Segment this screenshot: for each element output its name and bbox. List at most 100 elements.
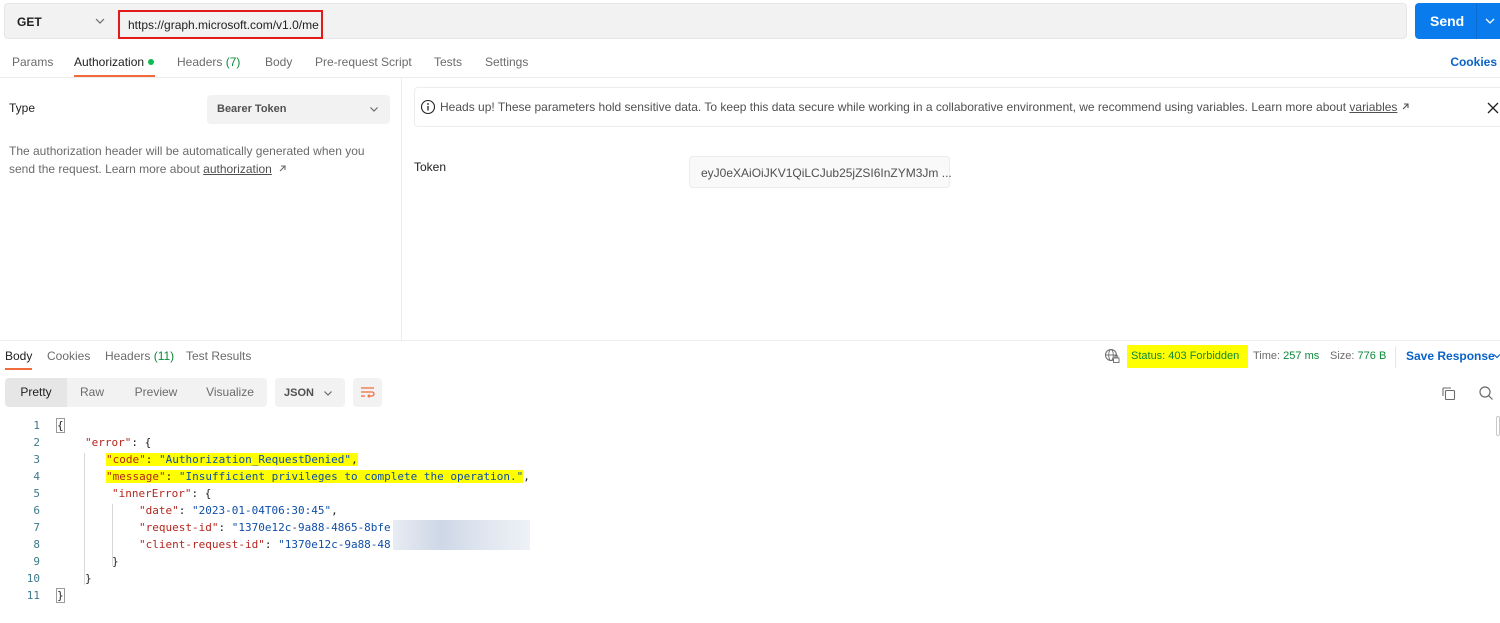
line-number: 5 xyxy=(33,487,40,500)
headers-count: (11) xyxy=(153,349,175,363)
send-split-divider xyxy=(1476,3,1477,39)
response-tab-body[interactable]: Body xyxy=(5,349,32,363)
json-key: "request-id" xyxy=(139,521,219,534)
copy-icon[interactable] xyxy=(1441,386,1456,401)
code-line: } xyxy=(112,553,119,570)
globe-lock-icon[interactable] xyxy=(1104,348,1120,364)
line-number: 11 xyxy=(26,589,40,602)
headers-count: (7) xyxy=(225,55,241,69)
code-line: { xyxy=(56,417,65,434)
save-response-button[interactable]: Save Response xyxy=(1406,349,1495,363)
chevron-down-icon[interactable] xyxy=(93,14,107,28)
response-time[interactable]: Time: 257 ms xyxy=(1253,350,1319,362)
status-text: Status: 403 Forbidden xyxy=(1131,350,1240,362)
tab-label: Headers xyxy=(177,55,223,69)
send-label[interactable]: Send xyxy=(1430,13,1464,29)
tab-label: Tests xyxy=(434,55,463,69)
send-button[interactable]: Send xyxy=(1415,3,1500,39)
authorization-link[interactable]: authorization xyxy=(203,162,272,176)
wrap-lines-icon xyxy=(361,387,375,398)
editor-scrollbar[interactable] xyxy=(1496,416,1500,436)
response-tab-test-results[interactable]: Test Results xyxy=(186,349,251,363)
request-tabs: Params Authorization Headers (7) Body Pr… xyxy=(0,48,1500,78)
url-input[interactable]: https://graph.microsoft.com/v1.0/me xyxy=(118,10,323,39)
response-body-editor[interactable]: 1 2 3 4 5 6 7 8 9 10 11 { "error": { "co… xyxy=(0,417,1500,617)
tab-authorization[interactable]: Authorization xyxy=(74,55,155,69)
variables-link[interactable]: variables xyxy=(1349,100,1397,114)
json-string: "2023-01-04T06:30:45" xyxy=(192,504,332,517)
auth-type-panel: Type Bearer Token The authorization head… xyxy=(0,78,402,340)
redacted-region xyxy=(393,520,530,550)
view-visualize[interactable]: Visualize xyxy=(197,378,263,407)
token-label: Token xyxy=(414,160,447,174)
json-key: "innerError" xyxy=(112,487,192,500)
json-key: "message" xyxy=(106,470,166,483)
tab-params[interactable]: Params xyxy=(12,55,53,69)
code-line: } xyxy=(56,587,65,604)
json-key: "code" xyxy=(106,453,146,466)
line-number: 4 xyxy=(33,470,40,483)
code-line: "client-request-id": "1370e12c-9a88-48 xyxy=(139,538,391,551)
tab-tests[interactable]: Tests xyxy=(434,55,462,69)
sensitive-data-banner: Heads up! These parameters hold sensitiv… xyxy=(414,87,1500,127)
tab-label: Pre-request Script xyxy=(315,55,412,69)
response-tab-headers[interactable]: Headers (11) xyxy=(105,349,174,363)
code-line: "code": "Authorization_RequestDenied", xyxy=(106,451,358,468)
chevron-down-icon[interactable] xyxy=(1483,14,1497,28)
time-value: 257 ms xyxy=(1283,350,1320,362)
format-select[interactable]: JSON xyxy=(275,378,345,407)
json-brace: } xyxy=(85,572,92,585)
arrow-up-right-icon xyxy=(279,165,286,172)
chevron-down-icon[interactable] xyxy=(1492,351,1500,361)
tab-label: Test Results xyxy=(186,349,252,363)
tab-body[interactable]: Body xyxy=(265,55,292,69)
type-label: Type xyxy=(9,101,36,115)
tab-settings[interactable]: Settings xyxy=(485,55,528,69)
view-preview[interactable]: Preview xyxy=(121,378,191,407)
json-key: "client-request-id" xyxy=(139,538,265,551)
time-label: Time: xyxy=(1253,350,1281,362)
line-number: 7 xyxy=(33,521,40,534)
json-brace: } xyxy=(112,555,119,568)
auth-description-text: The authorization header will be automat… xyxy=(9,144,365,176)
tab-label: Body xyxy=(5,349,33,363)
auth-description: The authorization header will be automat… xyxy=(9,142,379,178)
tab-label: Cookies xyxy=(47,349,91,363)
request-bar: GET https://graph.microsoft.com/v1.0/me xyxy=(4,3,1407,39)
modified-indicator-dot xyxy=(148,58,155,65)
response-tab-cookies[interactable]: Cookies xyxy=(47,349,90,363)
token-input[interactable]: eyJ0eXAiOiJKV1QiLCJub25jZSI6InZYM3Jm ... xyxy=(689,156,952,188)
auth-type-select[interactable]: Bearer Token xyxy=(207,95,390,124)
close-icon[interactable] xyxy=(1486,101,1500,115)
json-key: "date" xyxy=(139,504,179,517)
json-string: "1370e12c-9a88-4865-8bfe xyxy=(231,521,391,534)
json-string: "Insufficient privileges to complete the… xyxy=(178,470,524,483)
method-select[interactable]: GET xyxy=(17,15,42,29)
wrap-lines-button[interactable] xyxy=(353,378,382,407)
tab-pre-request-script[interactable]: Pre-request Script xyxy=(315,55,412,69)
code-line: } xyxy=(85,570,92,587)
info-icon xyxy=(420,99,436,115)
line-number: 9 xyxy=(33,555,40,568)
line-number: 2 xyxy=(33,436,40,449)
response-size[interactable]: Size: 776 B xyxy=(1330,350,1386,362)
tab-label: Authorization xyxy=(74,55,145,69)
status-badge[interactable]: Status: 403 Forbidden xyxy=(1127,345,1248,368)
url-text[interactable]: https://graph.microsoft.com/v1.0/me xyxy=(128,18,319,32)
json-string: "1370e12c-9a88-48 xyxy=(278,538,391,551)
view-raw[interactable]: Raw xyxy=(69,378,115,407)
token-value[interactable]: eyJ0eXAiOiJKV1QiLCJub25jZSI6InZYM3Jm ... xyxy=(701,166,952,180)
format-value: JSON xyxy=(284,387,314,399)
tab-label: Settings xyxy=(485,55,529,69)
code-line: "date": "2023-01-04T06:30:45", xyxy=(139,504,338,517)
view-mode-group: Pretty Raw Preview Visualize xyxy=(5,378,267,407)
highlight: "code": "Authorization_RequestDenied", xyxy=(106,453,358,466)
line-number: 8 xyxy=(33,538,40,551)
search-icon[interactable] xyxy=(1478,385,1494,401)
tab-headers[interactable]: Headers (7) xyxy=(177,55,240,69)
size-value: 776 B xyxy=(1357,350,1387,362)
size-label: Size: xyxy=(1330,350,1355,362)
view-pretty[interactable]: Pretty xyxy=(5,378,67,407)
cookies-link[interactable]: Cookies xyxy=(1450,55,1497,69)
highlight: "message": "Insufficient privileges to c… xyxy=(106,470,524,483)
